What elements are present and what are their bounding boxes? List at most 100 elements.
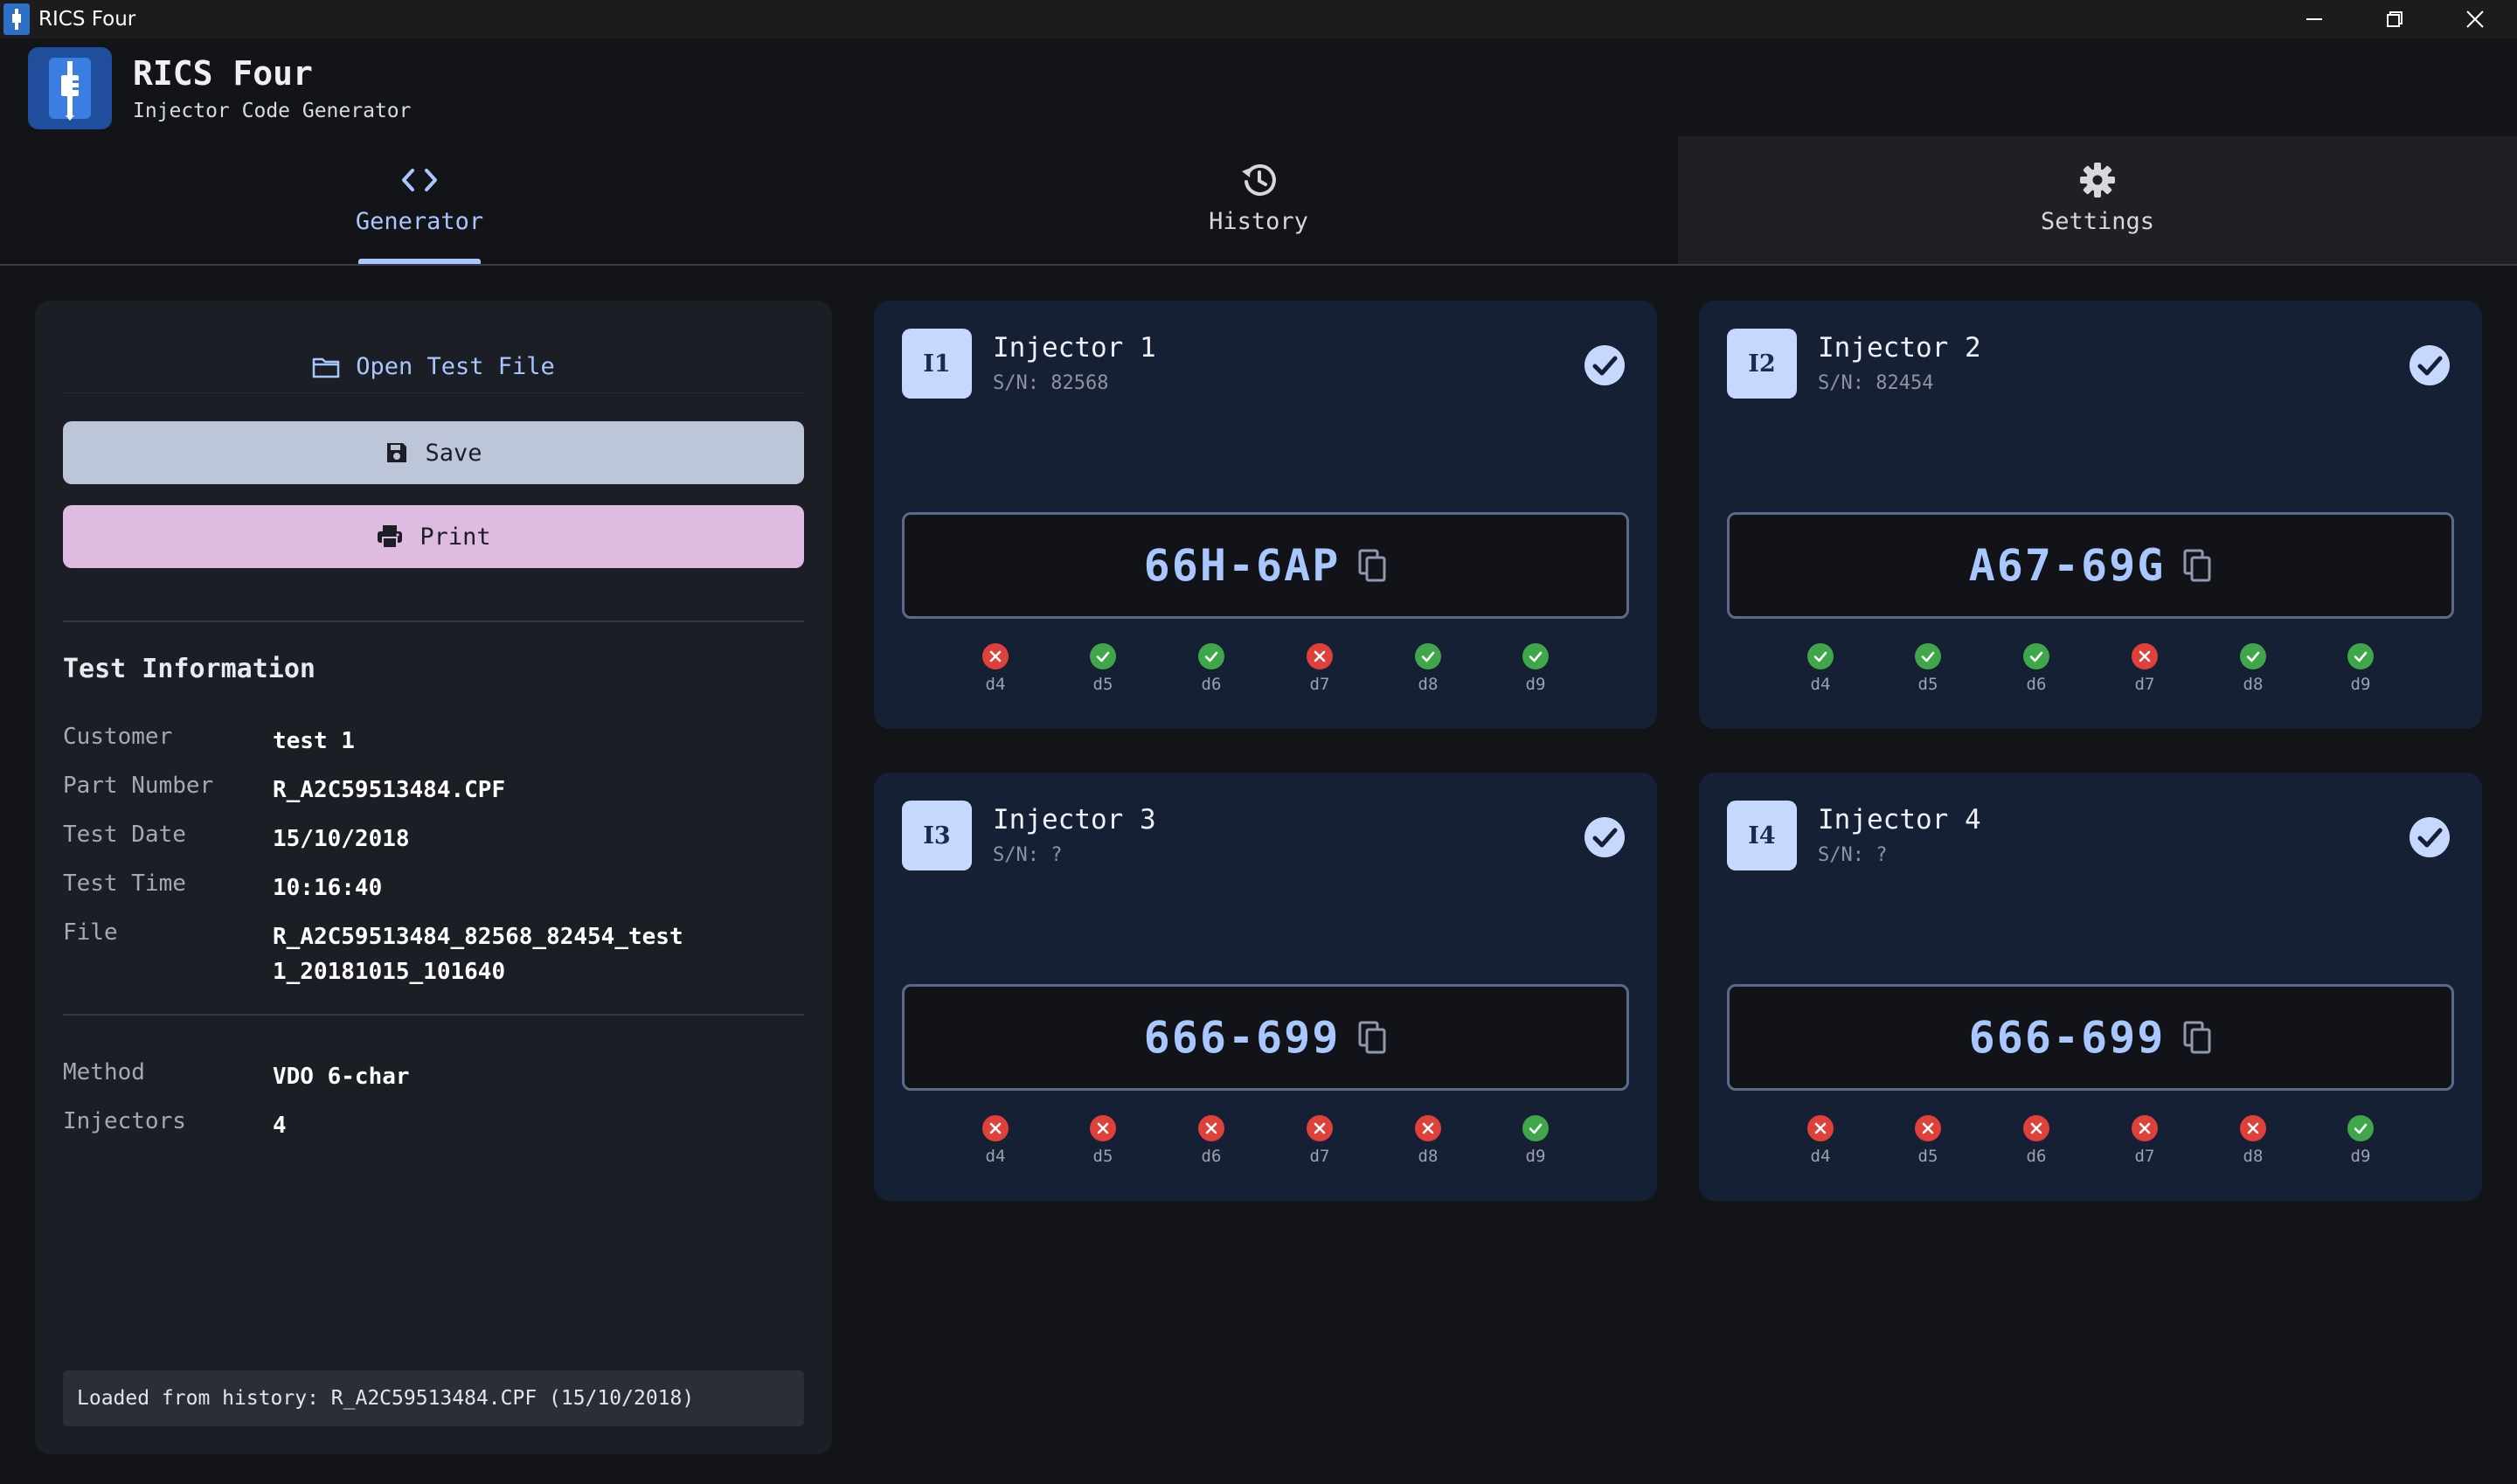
digit-label: d7 bbox=[1309, 1147, 1330, 1166]
digit-status: d7 bbox=[2118, 643, 2171, 694]
digit-error-indicator bbox=[2132, 643, 2158, 669]
digit-ok-indicator bbox=[2347, 1115, 2374, 1141]
close-button[interactable] bbox=[2435, 0, 2515, 38]
digit-status: d5 bbox=[1077, 1115, 1129, 1166]
digit-label: d5 bbox=[1917, 675, 1938, 694]
printer-icon bbox=[378, 525, 403, 549]
copy-icon[interactable] bbox=[1357, 548, 1387, 583]
tab-history[interactable]: History bbox=[839, 136, 1678, 264]
open-test-file-button[interactable]: Open Test File bbox=[63, 341, 804, 393]
print-button[interactable]: Print bbox=[63, 505, 804, 568]
digit-status: d4 bbox=[969, 1115, 1022, 1166]
x-icon bbox=[1314, 650, 1326, 662]
section-divider bbox=[63, 1014, 804, 1016]
x-icon bbox=[2030, 1122, 2042, 1134]
injector-card-4: I4 Injector 4 S/N: ? 666-699 d4 d5 d6 d7 d8 d9 bbox=[1699, 773, 2482, 1201]
window-title: RICS Four bbox=[38, 8, 136, 31]
injector-badge: I2 bbox=[1727, 329, 1797, 399]
check-icon bbox=[2354, 651, 2368, 662]
gear-icon bbox=[2078, 161, 2117, 199]
digit-error-indicator bbox=[2023, 1115, 2049, 1141]
app-window-icon bbox=[3, 3, 30, 35]
digit-status: d8 bbox=[2227, 643, 2279, 694]
info-value: R_A2C59513484.CPF bbox=[273, 777, 506, 803]
digit-status-row: d4 d5 d6 d7 d8 d9 bbox=[874, 1115, 1657, 1176]
digit-label: d4 bbox=[1810, 1147, 1831, 1166]
digit-ok-indicator bbox=[1807, 643, 1834, 669]
injector-card-2: I2 Injector 2 S/N: 82454 A67-69G d4 d5 d6 d7 d8 d… bbox=[1699, 301, 2482, 729]
code-icon bbox=[400, 161, 439, 199]
digit-label: d5 bbox=[1092, 1147, 1113, 1166]
injector-title: Injector 2 bbox=[1818, 332, 1981, 364]
tab-generator[interactable]: Generator bbox=[0, 136, 839, 264]
digit-error-indicator bbox=[982, 1115, 1009, 1141]
injector-serial: S/N: ? bbox=[1818, 844, 1888, 866]
digit-status-row: d4 d5 d6 d7 d8 d9 bbox=[1699, 643, 2482, 704]
x-icon bbox=[2139, 1122, 2151, 1134]
info-value: VDO 6-char bbox=[273, 1064, 410, 1090]
copy-icon[interactable] bbox=[2182, 1020, 2212, 1055]
digit-status: d6 bbox=[1185, 1115, 1238, 1166]
digit-ok-indicator bbox=[1522, 643, 1549, 669]
injector-card-3: I3 Injector 3 S/N: ? 666-699 d4 d5 d6 d7 d8 d9 bbox=[874, 773, 1657, 1201]
info-key: Part Number bbox=[63, 773, 214, 799]
digit-label: d6 bbox=[2026, 1147, 2047, 1166]
digit-ok-indicator bbox=[2240, 643, 2266, 669]
check-circle-icon bbox=[1584, 345, 1625, 385]
window-titlebar: RICS Four bbox=[0, 0, 2517, 38]
check-icon bbox=[1421, 651, 1435, 662]
digit-error-indicator bbox=[2132, 1115, 2158, 1141]
digit-label: d9 bbox=[1525, 1147, 1546, 1166]
open-test-file-label: Open Test File bbox=[356, 353, 555, 380]
digit-status: d7 bbox=[1293, 1115, 1346, 1166]
injector-code-box: A67-69G bbox=[1727, 512, 2454, 619]
minimize-button[interactable] bbox=[2274, 0, 2354, 38]
injector-badge: I4 bbox=[1727, 801, 1797, 870]
digit-status: d5 bbox=[1902, 1115, 1954, 1166]
injector-serial: S/N: 82454 bbox=[1818, 372, 1934, 394]
tab-settings[interactable]: Settings bbox=[1678, 136, 2517, 264]
digit-status: d5 bbox=[1077, 643, 1129, 694]
info-value: 15/10/2018 bbox=[273, 826, 410, 852]
digit-status: d9 bbox=[1509, 1115, 1562, 1166]
injector-title: Injector 1 bbox=[993, 332, 1156, 364]
restore-button[interactable] bbox=[2354, 0, 2435, 38]
digit-error-indicator bbox=[1307, 1115, 1333, 1141]
digit-error-indicator bbox=[1307, 643, 1333, 669]
digit-status: d9 bbox=[2334, 1115, 2387, 1166]
digit-label: d7 bbox=[2134, 1147, 2155, 1166]
digit-label: d7 bbox=[2134, 675, 2155, 694]
check-icon bbox=[1921, 651, 1935, 662]
digit-error-indicator bbox=[1915, 1115, 1941, 1141]
app-header: RICS Four Injector Code Generator bbox=[0, 38, 2517, 136]
digit-status: d8 bbox=[2227, 1115, 2279, 1166]
digit-status-row: d4 d5 d6 d7 d8 d9 bbox=[874, 643, 1657, 704]
digit-status: d4 bbox=[969, 643, 1022, 694]
x-icon bbox=[1422, 1122, 1434, 1134]
injector-title: Injector 4 bbox=[1818, 804, 1981, 836]
app-name: RICS Four bbox=[133, 54, 313, 93]
injector-code: 666-699 bbox=[1968, 1012, 2166, 1063]
check-circle-icon bbox=[2410, 345, 2450, 385]
check-icon bbox=[2246, 651, 2260, 662]
test-info-title: Test Information bbox=[63, 654, 315, 684]
digit-status: d9 bbox=[2334, 643, 2387, 694]
digit-label: d5 bbox=[1917, 1147, 1938, 1166]
copy-icon[interactable] bbox=[2182, 548, 2212, 583]
digit-status: d8 bbox=[1402, 643, 1454, 694]
x-icon bbox=[989, 650, 1002, 662]
save-button[interactable]: Save bbox=[63, 421, 804, 484]
copy-icon[interactable] bbox=[1357, 1020, 1387, 1055]
info-key: Test Time bbox=[63, 870, 186, 897]
injector-card-1: I1 Injector 1 S/N: 82568 66H-6AP d4 d5 d6 d7 d8 d… bbox=[874, 301, 1657, 729]
injector-title: Injector 3 bbox=[993, 804, 1156, 836]
active-tab-indicator bbox=[358, 259, 481, 264]
section-divider bbox=[63, 621, 804, 622]
injector-logo-icon bbox=[28, 47, 112, 129]
info-key: File bbox=[63, 919, 118, 946]
x-icon bbox=[1814, 1122, 1827, 1134]
info-key: Injectors bbox=[63, 1108, 186, 1134]
digit-error-indicator bbox=[1198, 1115, 1224, 1141]
digit-status: d9 bbox=[1509, 643, 1562, 694]
digit-status: d6 bbox=[2010, 643, 2063, 694]
